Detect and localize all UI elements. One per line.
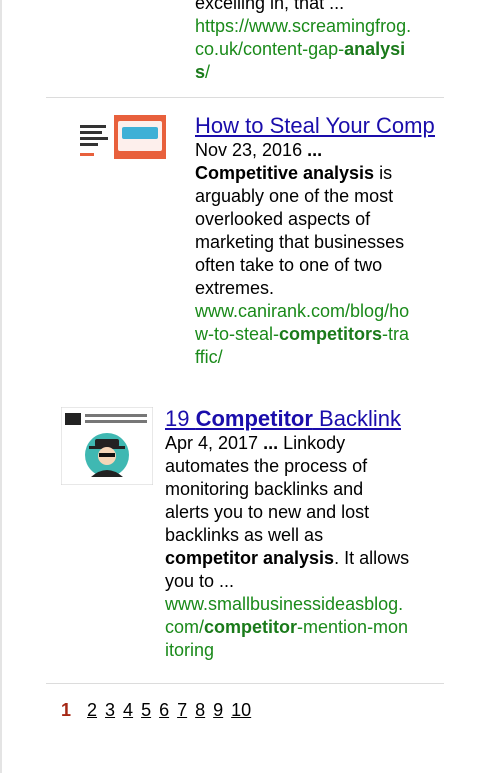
- result-1-url-line: w-to-steal-competitors-tra: [195, 323, 435, 346]
- result-2-snippet-rest-line: you to ...: [165, 570, 440, 593]
- result-2-url[interactable]: www.smallbusinessideasblog. com/competito…: [165, 593, 440, 662]
- result-2-date: Apr 4, 2017: [165, 433, 259, 453]
- result-1-url-run: w-to-steal-: [195, 324, 280, 344]
- result-1-snippet-run: Competitive analysis: [195, 163, 375, 183]
- result-2-snippet-rest-run: alerts you to new and lost: [165, 502, 370, 522]
- page-link-7[interactable]: 7: [177, 700, 187, 720]
- result-1-snippet-line: arguably one of the most: [195, 185, 435, 208]
- page-link-5[interactable]: 5: [141, 700, 151, 720]
- page-link-2[interactable]: 2: [87, 700, 97, 720]
- result-2-url-run: com/: [165, 617, 205, 637]
- result-0-url-line: co.uk/content-gap-analysi: [195, 38, 435, 61]
- page-link-6[interactable]: 6: [159, 700, 169, 720]
- result-2-first-line-run: Linkody: [278, 433, 346, 453]
- result-2-url-run: www.smallbusinessideasblog.: [165, 594, 404, 614]
- result-1-snippet-line: marketing that businesses: [195, 231, 435, 254]
- pagination-separator: [46, 683, 444, 684]
- result-1-snippet-run: is: [374, 163, 393, 183]
- result-2-url-run: -mention-mon: [297, 617, 409, 637]
- page-link-3[interactable]: 3: [105, 700, 115, 720]
- result-2-snippet-rest-run: . It allows: [334, 548, 410, 568]
- result-2-title-link-run: Backlink: [312, 406, 401, 431]
- result-2-title-link[interactable]: 19 Competitor Backlink: [165, 406, 440, 432]
- result-2-url-run: competitor: [204, 617, 298, 637]
- result-2-snippet-rest-run: you to ...: [165, 571, 235, 591]
- result-0-url-run: s: [195, 62, 206, 82]
- result-1-snippet-run: arguably one of the most: [195, 186, 394, 206]
- result-2-url-run: itoring: [165, 640, 215, 660]
- result-2-snippet-rest-run: monitoring backlinks and: [165, 479, 364, 499]
- result-2-url-line: com/competitor-mention-mon: [165, 616, 440, 639]
- result-2-snippet-rest-run: backlinks as well as: [165, 525, 324, 545]
- result-2-url-line: itoring: [165, 639, 440, 662]
- page-current: 1: [61, 700, 72, 720]
- result-1-url-run: www.canirank.com/blog/ho: [195, 301, 410, 321]
- result-2-url-line: www.smallbusinessideasblog.: [165, 593, 440, 616]
- result-2-snippet: Apr 4, 2017 ... Linkody automates the pr…: [165, 432, 440, 593]
- result-2-snippet-rest: automates the process of monitoring backl…: [165, 455, 440, 593]
- result-1-url-run: -tra: [382, 324, 410, 344]
- result-1-snippet-line: extremes.: [195, 277, 435, 300]
- result-0-url-run: analysi: [344, 39, 406, 59]
- result-1-url[interactable]: www.canirank.com/blog/ho w-to-steal-compe…: [195, 300, 435, 369]
- result-1-title-link[interactable]: How to Steal Your Competitor's Traffic: [195, 113, 435, 139]
- result-1-url-run: ffic/: [195, 347, 223, 367]
- result-1-snippet-run: overlooked aspects of: [195, 209, 371, 229]
- left-edge-divider: [0, 0, 2, 773]
- result-1-snippet-run: extremes.: [195, 278, 275, 298]
- result-0-snippet: excelling in, that ... https://www.screa…: [195, 0, 435, 84]
- result-2-thumbnail[interactable]: [61, 407, 153, 485]
- result-1-ellipsis: ...: [307, 140, 323, 160]
- page-link-10[interactable]: 10: [231, 700, 251, 720]
- result-0-url-run: https://www.screamingfrog.: [195, 16, 412, 36]
- result-2: 19 Competitor Backlink Apr 4, 2017 ... L…: [165, 406, 440, 662]
- page-link-9[interactable]: 9: [213, 700, 223, 720]
- result-1-date: Nov 23, 2016: [195, 140, 303, 160]
- result-1-url-line: www.canirank.com/blog/ho: [195, 300, 435, 323]
- result-separator: [46, 97, 444, 98]
- page-links: 2 3 4 5 6 7 8 9 10: [79, 700, 251, 720]
- result-2-title-link-run: 19: [165, 406, 196, 431]
- result-2-snippet-rest-run: automates the process of: [165, 456, 368, 476]
- result-1-snippet: Competitive analysis is arguably one of t…: [195, 162, 435, 300]
- result-2-snippet-rest-line: alerts you to new and lost: [165, 501, 440, 524]
- result-2-first-line: Linkody: [278, 433, 345, 453]
- result-2-snippet-rest-run: competitor analysis: [165, 548, 335, 568]
- result-0-snippet-text: excelling in, that ...: [195, 0, 345, 13]
- spy-thumbnail-image: [61, 407, 153, 485]
- result-1-snippet-line: often take to one of two: [195, 254, 435, 277]
- result-1-date-line: Nov 23, 2016 ...: [195, 139, 435, 162]
- traffic-thumbnail-image: [74, 115, 166, 159]
- result-2-title-link-run: Competitor: [195, 406, 313, 431]
- result-0-url-line: https://www.screamingfrog.: [195, 15, 435, 38]
- result-1-snippet-run: marketing that businesses: [195, 232, 405, 252]
- result-2-ellipsis: ...: [263, 433, 279, 453]
- result-2-snippet-rest-line: competitor analysis. It allows: [165, 547, 440, 570]
- page-link-8[interactable]: 8: [195, 700, 205, 720]
- result-1-snippet-run: often take to one of two: [195, 255, 383, 275]
- result-0-url[interactable]: https://www.screamingfrog. co.uk/content-…: [195, 15, 435, 84]
- result-1-snippet-line: overlooked aspects of: [195, 208, 435, 231]
- result-0-url-line: s/: [195, 61, 435, 84]
- result-2-snippet-rest-line: monitoring backlinks and: [165, 478, 440, 501]
- result-1-thumbnail[interactable]: [74, 115, 166, 159]
- result-2-snippet-rest-line: automates the process of: [165, 455, 440, 478]
- result-1-url-run: competitors: [279, 324, 383, 344]
- result-2-date-line: Apr 4, 2017 ... Linkody: [165, 432, 440, 455]
- result-1: How to Steal Your Competitor's Traffic N…: [195, 113, 435, 369]
- result-1-url-line: ffic/: [195, 346, 435, 369]
- result-0-url-run: co.uk/content-gap-: [195, 39, 345, 59]
- result-1-snippet-line: Competitive analysis is: [195, 162, 435, 185]
- result-0-url-run: /: [205, 62, 211, 82]
- result-2-snippet-rest-line: backlinks as well as: [165, 524, 440, 547]
- page-link-4[interactable]: 4: [123, 700, 133, 720]
- pagination: 1 2 3 4 5 6 7 8 9 10: [61, 700, 259, 721]
